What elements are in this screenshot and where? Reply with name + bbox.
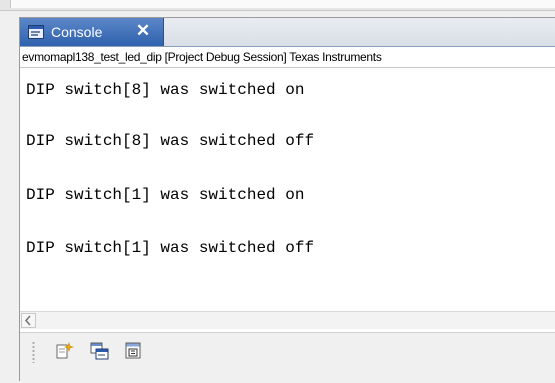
toolbar-grip[interactable] xyxy=(32,341,35,363)
debug-session-title: evmomapl138_test_led_dip [Project Debug … xyxy=(20,47,555,68)
console-view: Console ✕ evmomapl138_test_led_dip [Proj… xyxy=(19,17,555,383)
console-line: DIP switch[1] was switched on xyxy=(26,186,305,204)
new-console-button[interactable] xyxy=(54,340,76,362)
tab-console[interactable]: Console ✕ xyxy=(20,18,164,46)
console-toolbar xyxy=(20,332,555,383)
pin-console-icon xyxy=(125,342,141,359)
display-console-icon xyxy=(90,342,109,360)
console-line: DIP switch[8] was switched off xyxy=(26,132,315,150)
upper-panel-edge xyxy=(10,0,555,8)
pin-console-button[interactable] xyxy=(123,340,145,362)
console-view-icon xyxy=(28,25,44,39)
console-output[interactable]: DIP switch[8] was switched on DIP switch… xyxy=(20,68,555,311)
close-icon[interactable]: ✕ xyxy=(134,22,152,40)
display-selected-console-button[interactable] xyxy=(89,340,111,362)
top-strip xyxy=(0,0,555,11)
console-line: DIP switch[1] was switched off xyxy=(26,239,315,257)
view-tab-bar: Console ✕ xyxy=(20,18,555,47)
new-console-icon xyxy=(56,342,74,359)
tab-console-label: Console xyxy=(51,24,103,40)
horizontal-scrollbar[interactable] xyxy=(20,311,555,329)
scroll-left-button[interactable] xyxy=(21,313,36,328)
left-arrow-icon xyxy=(24,315,31,326)
console-line: DIP switch[8] was switched on xyxy=(26,81,305,99)
